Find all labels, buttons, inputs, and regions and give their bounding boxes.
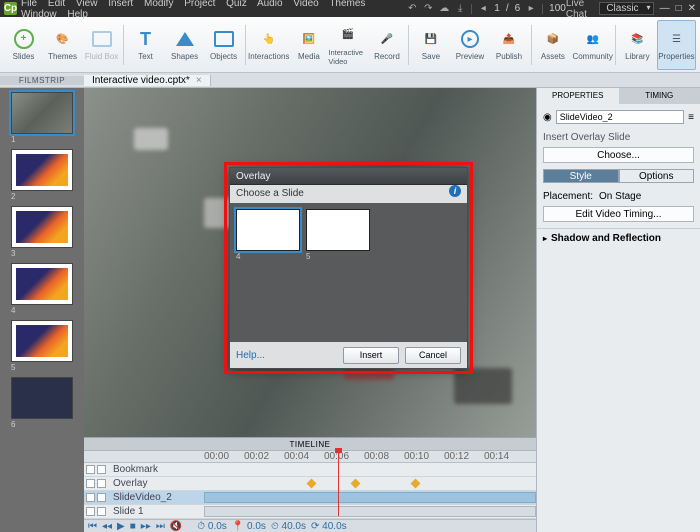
publish-button[interactable]: 📤Publish	[489, 20, 528, 70]
live-chat-link[interactable]: Live Chat	[566, 0, 593, 20]
community-button[interactable]: 👥Community	[572, 20, 612, 70]
shapes-button[interactable]: Shapes	[165, 20, 204, 70]
menu-icon[interactable]: ≡	[688, 112, 694, 123]
close-tab-icon[interactable]: ×	[196, 75, 202, 86]
slide-thumb-6[interactable]: 6	[11, 377, 73, 429]
insert-button[interactable]: Insert	[343, 347, 399, 364]
style-tab[interactable]: Style	[543, 169, 619, 183]
track-overlay[interactable]: Overlay	[84, 477, 536, 491]
ribbon: +Slides 🎨Themes Fluid Box TText Shapes O…	[0, 17, 700, 73]
app-logo: Cp	[4, 2, 17, 15]
fluidbox-button: Fluid Box	[82, 20, 121, 70]
slides-button[interactable]: +Slides	[4, 20, 43, 70]
info-icon[interactable]: i	[449, 185, 461, 197]
menu-edit[interactable]: Edit	[48, 0, 65, 9]
dialog-heading: Choose a Slide	[236, 185, 304, 203]
preview-button[interactable]: ▸Preview	[450, 20, 489, 70]
tab-timing[interactable]: TIMING	[619, 88, 700, 104]
menu-insert[interactable]: Insert	[108, 0, 133, 9]
menu-file[interactable]: File	[21, 0, 37, 9]
cancel-button[interactable]: Cancel	[405, 347, 461, 364]
object-name-input[interactable]	[556, 110, 684, 124]
track-slidevideo[interactable]: SlideVideo_2	[84, 491, 536, 505]
slide-sep: /	[506, 3, 509, 14]
end-icon[interactable]: ⏭	[156, 521, 165, 532]
shadow-reflection-group[interactable]: Shadow and Reflection	[537, 228, 700, 248]
menu-window[interactable]: Window	[21, 9, 57, 20]
slide-thumb-4[interactable]: 4	[11, 263, 73, 315]
track-bookmark[interactable]: Bookmark	[84, 463, 536, 477]
rewind-icon[interactable]: ⏮	[88, 521, 97, 532]
filmstrip-header: FILMSTRIP	[0, 76, 84, 85]
help-link[interactable]: Help...	[236, 350, 337, 361]
menu-modify[interactable]: Modify	[144, 0, 173, 9]
placement-label: Placement:	[543, 191, 593, 202]
close-icon[interactable]: ✕	[688, 3, 696, 14]
media-button[interactable]: 🖼️Media	[289, 20, 328, 70]
slide-thumb-2[interactable]: 2	[11, 149, 73, 201]
visibility-icon[interactable]: ◉	[543, 112, 552, 123]
edit-video-timing-button[interactable]: Edit Video Timing...	[543, 206, 694, 222]
maximize-icon[interactable]: □	[676, 3, 682, 14]
timeline-header: TIMELINE	[84, 438, 536, 451]
dialog-slide-4[interactable]: 4	[236, 209, 300, 336]
slide-thumb-3[interactable]: 3	[11, 206, 73, 258]
stepfwd-icon[interactable]: ▸▸	[141, 521, 151, 532]
menu-audio[interactable]: Audio	[257, 0, 283, 9]
options-tab[interactable]: Options	[619, 169, 695, 183]
objects-button[interactable]: Objects	[204, 20, 243, 70]
timeline-panel: TIMELINE 00:0000:0200:0400:0600:0800:100…	[84, 437, 536, 532]
properties-panel: PROPERTIES TIMING ◉ ≡ Insert Overlay Sli…	[536, 88, 700, 532]
title-bar: Cp File Edit View Insert Modify Project …	[0, 0, 700, 17]
dialog-slide-5[interactable]: 5	[306, 209, 370, 336]
save-icon[interactable]: ⤓	[455, 3, 465, 14]
library-button[interactable]: 📚Library	[618, 20, 657, 70]
mute-icon[interactable]: 🔇	[170, 521, 182, 532]
choose-button[interactable]: Choose...	[543, 147, 694, 163]
track-slide1[interactable]: Slide 1	[84, 505, 536, 519]
slide-current: 1	[494, 3, 500, 14]
menu-themes[interactable]: Themes	[329, 0, 365, 9]
minimize-icon[interactable]: —	[660, 3, 670, 14]
tab-properties[interactable]: PROPERTIES	[537, 88, 619, 104]
document-tab[interactable]: Interactive video.cptx*×	[84, 75, 211, 86]
document-tabs: FILMSTRIP Interactive video.cptx*×	[0, 73, 700, 88]
undo-icon[interactable]: ↶	[407, 3, 417, 14]
zoom-value[interactable]: 100	[549, 3, 566, 14]
menu-video[interactable]: Video	[293, 0, 318, 9]
placement-value: On Stage	[599, 191, 641, 202]
insert-overlay-label: Insert Overlay Slide	[543, 132, 694, 143]
slide-thumb-1[interactable]: 1	[11, 92, 73, 144]
overlay-dialog: Overlay Choose a Slide i 4 5 Help... Ins…	[229, 167, 468, 369]
filmstrip: 1 2 3 4 5 6	[0, 88, 84, 532]
stepback-icon[interactable]: ◂◂	[102, 521, 112, 532]
prev-icon[interactable]: ◂	[478, 3, 488, 14]
record-button[interactable]: 🎤Record	[367, 20, 406, 70]
menu-project[interactable]: Project	[184, 0, 215, 9]
timeline-controls: ⏮ ◂◂ ▶ ■ ▸▸ ⏭ 🔇 ⏱ 0.0s 📍 0.0s ⏲ 40.0s ⟳ …	[84, 519, 536, 532]
play-icon[interactable]: ▶	[117, 521, 125, 532]
interactions-button[interactable]: 👆Interactions	[248, 20, 289, 70]
themes-button[interactable]: 🎨Themes	[43, 20, 82, 70]
menu-bar: File Edit View Insert Modify Project Qui…	[21, 0, 407, 20]
redo-icon[interactable]: ↷	[423, 3, 433, 14]
menu-help[interactable]: Help	[67, 9, 88, 20]
slide-total: 6	[515, 3, 521, 14]
save-button[interactable]: 💾Save	[411, 20, 450, 70]
assets-button[interactable]: 📦Assets	[533, 20, 572, 70]
menu-quiz[interactable]: Quiz	[226, 0, 247, 9]
slide-thumb-5[interactable]: 5	[11, 320, 73, 372]
timeline-ruler[interactable]: 00:0000:0200:0400:0600:0800:1000:1200:14	[84, 451, 536, 463]
next-icon[interactable]: ▸	[526, 3, 536, 14]
text-button[interactable]: TText	[126, 20, 165, 70]
interactive-video-button[interactable]: 🎬Interactive Video	[328, 20, 367, 70]
properties-button[interactable]: ☰Properties	[657, 20, 696, 70]
dialog-title: Overlay	[230, 168, 467, 185]
menu-view[interactable]: View	[76, 0, 98, 9]
workspace-dropdown[interactable]: Classic	[599, 2, 653, 15]
stop-icon[interactable]: ■	[130, 521, 136, 532]
cloud-icon[interactable]: ☁	[439, 3, 449, 14]
